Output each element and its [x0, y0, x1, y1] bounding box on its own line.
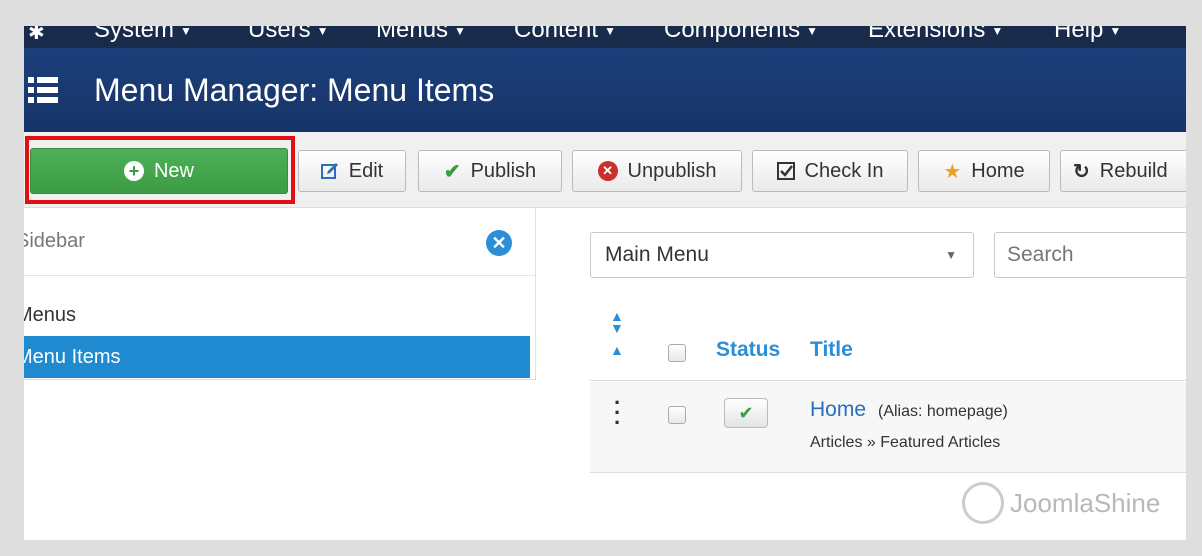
page-header: Menu Manager: Menu Items: [24, 48, 1186, 132]
divider: [590, 380, 1186, 381]
star-icon: ★: [943, 160, 962, 183]
edit-icon: [320, 162, 339, 180]
drag-handle-icon[interactable]: · · ·: [614, 392, 621, 434]
new-button-highlight: [25, 136, 295, 204]
page-title: Menu Manager: Menu Items: [94, 72, 495, 108]
check-icon: ✔: [443, 160, 461, 183]
watermark-text: JoomlaShine: [1010, 487, 1161, 518]
sidebar-header: Sidebar ✕: [24, 208, 535, 276]
home-button-label: Home: [971, 159, 1025, 182]
rebuild-button-label: Rebuild: [1099, 159, 1168, 182]
unpublish-button-label: Unpublish: [627, 159, 717, 182]
unpublish-button[interactable]: ✕ Unpublish: [572, 150, 742, 192]
edit-button-label: Edit: [348, 159, 384, 182]
nav-help[interactable]: Help ▼: [1054, 26, 1121, 44]
status-column-header[interactable]: Status: [716, 338, 780, 362]
nav-users[interactable]: Users ▼: [248, 26, 329, 44]
joomlashine-logo-icon: [962, 482, 1004, 524]
watermark: JoomlaShine: [962, 482, 1160, 524]
sort-ascending-icon[interactable]: ▲: [610, 342, 624, 358]
table-row: [590, 382, 1186, 472]
nav-label: Users: [248, 26, 311, 43]
joomla-logo-icon[interactable]: ✱: [28, 26, 45, 45]
refresh-icon: ↻: [1073, 160, 1090, 183]
search-input[interactable]: [994, 232, 1186, 278]
caret-down-icon: ▼: [945, 248, 957, 262]
caret-down-icon: ▼: [1109, 26, 1122, 38]
caret-down-icon: ▼: [316, 26, 329, 38]
nav-components[interactable]: Components ▼: [664, 26, 818, 44]
published-status-button[interactable]: ✔: [724, 398, 768, 428]
nav-system[interactable]: System ▼: [94, 26, 192, 44]
close-icon[interactable]: ✕: [486, 230, 512, 256]
checkbox-checked-icon: [776, 162, 795, 180]
nav-label: Help: [1054, 26, 1104, 43]
menu-select-value: Main Menu: [605, 243, 709, 266]
publish-button-label: Publish: [470, 159, 537, 182]
sidebar-item-label: Menus: [24, 304, 77, 326]
check-in-button-label: Check In: [804, 159, 884, 182]
admin-window: ✱ System ▼ Users ▼ Menus ▼ Content ▼ Compone…: [24, 26, 1186, 540]
row-checkbox[interactable]: [668, 406, 686, 424]
sidebar-item-menus[interactable]: Menus: [24, 294, 530, 336]
item-type: Articles » Featured Articles: [810, 434, 1001, 451]
nav-content[interactable]: Content ▼: [514, 26, 616, 44]
nav-label: Components: [664, 26, 801, 43]
nav-label: Menus: [376, 26, 449, 43]
nav-label: Content: [514, 26, 599, 43]
sidebar-title: Sidebar: [24, 230, 85, 252]
list-menu-icon: [28, 77, 58, 103]
item-alias: (Alias: homepage): [878, 403, 1008, 420]
sort-icon[interactable]: ▲ ▼: [610, 309, 624, 335]
nav-menus[interactable]: Menus ▼: [376, 26, 466, 44]
nav-label: Extensions: [868, 26, 986, 43]
caret-down-icon: ▼: [991, 26, 1004, 38]
menu-select[interactable]: Main Menu ▼: [590, 232, 974, 278]
top-navbar: ✱ System ▼ Users ▼ Menus ▼ Content ▼ Compone…: [24, 26, 1186, 48]
sidebar-item-label: Menu Items: [24, 346, 121, 368]
x-circle-icon: ✕: [597, 161, 618, 181]
caret-down-icon: ▼: [180, 26, 192, 38]
check-in-button[interactable]: Check In: [752, 150, 908, 192]
publish-button[interactable]: ✔ Publish: [418, 150, 562, 192]
sidebar: Sidebar ✕ Menus Menu Items: [24, 208, 536, 380]
rebuild-button[interactable]: ↻ Rebuild: [1060, 150, 1186, 192]
title-column-header[interactable]: Title: [810, 338, 853, 362]
caret-down-icon: ▼: [604, 26, 616, 38]
caret-down-icon: ▼: [454, 26, 466, 38]
caret-down-icon: ▼: [806, 26, 818, 38]
select-all-checkbox[interactable]: [668, 344, 686, 362]
home-button[interactable]: ★ Home: [918, 150, 1050, 192]
item-title-link[interactable]: Home: [810, 398, 866, 422]
nav-extensions[interactable]: Extensions ▼: [868, 26, 1003, 44]
divider: [590, 472, 1186, 473]
nav-label: System: [94, 26, 175, 43]
sidebar-item-menu-items[interactable]: Menu Items: [24, 336, 530, 378]
edit-button[interactable]: Edit: [298, 150, 406, 192]
